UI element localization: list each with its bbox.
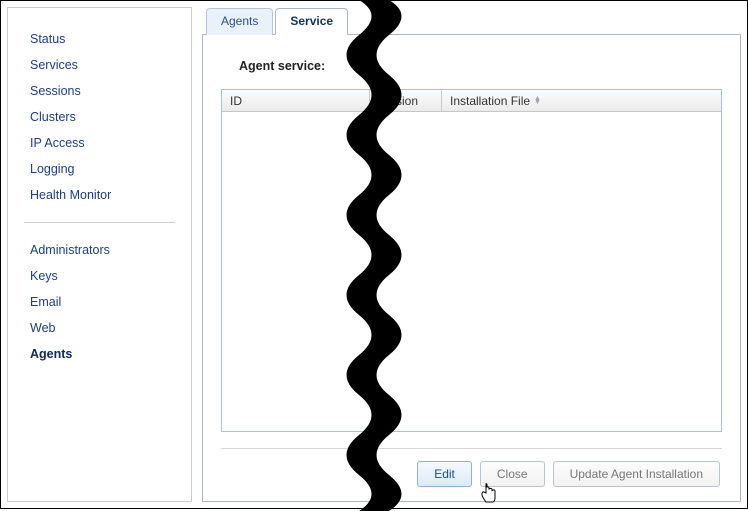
sidebar-item-ip-access[interactable]: IP Access	[8, 130, 191, 156]
edit-button[interactable]: Edit	[417, 461, 472, 487]
agent-service-table: ID Version Installation File ▲▼	[221, 89, 722, 432]
close-button[interactable]: Close	[480, 461, 545, 487]
column-header-installation-file-label: Installation File	[450, 94, 530, 108]
column-header-version[interactable]: Version	[370, 90, 442, 111]
sidebar-group-1: Status Services Sessions Clusters IP Acc…	[8, 20, 191, 214]
sidebar-divider	[24, 222, 175, 223]
sidebar-item-logging[interactable]: Logging	[8, 156, 191, 182]
column-header-id[interactable]: ID	[222, 90, 370, 111]
tab-agents[interactable]: Agents	[206, 8, 273, 35]
sidebar-item-keys[interactable]: Keys	[8, 263, 191, 289]
tab-strip: Agents Service	[202, 7, 741, 34]
sidebar-item-email[interactable]: Email	[8, 289, 191, 315]
column-header-installation-file[interactable]: Installation File ▲▼	[442, 90, 721, 111]
panel-divider	[221, 448, 722, 449]
main-area: Agents Service Agent service: ID Version…	[202, 7, 741, 502]
sidebar-item-agents[interactable]: Agents	[8, 341, 191, 367]
tab-service[interactable]: Service	[275, 8, 348, 35]
sidebar-item-services[interactable]: Services	[8, 52, 191, 78]
app-root: Status Services Sessions Clusters IP Acc…	[0, 0, 748, 509]
sidebar-item-health-monitor[interactable]: Health Monitor	[8, 182, 191, 208]
button-row: Edit Close Update Agent Installation	[221, 461, 722, 487]
sidebar-group-2: Administrators Keys Email Web Agents	[8, 231, 191, 373]
sidebar-item-administrators[interactable]: Administrators	[8, 237, 191, 263]
table-header-row: ID Version Installation File ▲▼	[222, 90, 721, 112]
sidebar-item-status[interactable]: Status	[8, 26, 191, 52]
sort-icon: ▲▼	[534, 97, 541, 105]
tab-panel-service: Agent service: ID Version Installation F…	[202, 34, 741, 502]
sidebar-item-clusters[interactable]: Clusters	[8, 104, 191, 130]
sidebar: Status Services Sessions Clusters IP Acc…	[7, 7, 192, 502]
table-body-empty	[222, 112, 721, 432]
sidebar-item-sessions[interactable]: Sessions	[8, 78, 191, 104]
sidebar-item-web[interactable]: Web	[8, 315, 191, 341]
section-title: Agent service:	[239, 59, 722, 73]
update-agent-installation-button[interactable]: Update Agent Installation	[553, 461, 720, 487]
